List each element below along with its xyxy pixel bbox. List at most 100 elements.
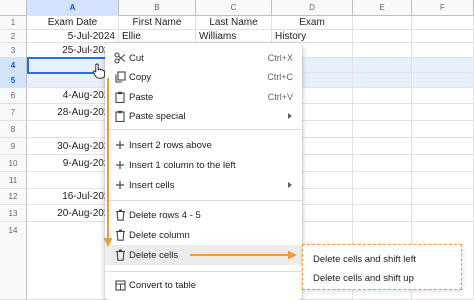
table-cell[interactable] — [353, 172, 412, 188]
submenu-arrow-icon — [288, 182, 292, 188]
paste-icon — [113, 90, 127, 104]
row-header-10[interactable]: 10 — [0, 155, 27, 172]
table-cell[interactable] — [353, 58, 412, 72]
table-cell[interactable] — [412, 88, 474, 103]
menu-item-shortcut: Ctrl+C — [267, 72, 293, 82]
menu-item-delete-column[interactable]: Delete column — [105, 225, 302, 245]
table-cell[interactable] — [353, 88, 412, 103]
row-header-7[interactable]: 7 — [0, 104, 27, 121]
table-row: Exam Date First Name Last Name Exam — [27, 16, 474, 30]
table-cell[interactable] — [353, 138, 412, 154]
copy-icon — [113, 70, 127, 84]
column-header-d[interactable]: D — [272, 0, 353, 16]
table-cell[interactable] — [412, 43, 474, 57]
menu-item-insert-cells[interactable]: Insert cells — [105, 175, 302, 195]
menu-item-label: Delete column — [129, 229, 190, 241]
row-header-5[interactable]: 5 — [0, 73, 27, 88]
table-cell[interactable]: Ellie — [119, 30, 196, 42]
delete-cells-submenu: Delete cells and shift left Delete cells… — [302, 244, 462, 290]
header-cell-last-name[interactable]: Last Name — [196, 16, 272, 29]
menu-item-shortcut: Ctrl+V — [267, 92, 293, 102]
scissors-icon — [113, 51, 127, 65]
table-row: 5-Jul-2024 Ellie Williams History — [27, 30, 474, 43]
menu-item-label: Insert 1 column to the left — [129, 159, 236, 171]
table-cell[interactable] — [353, 155, 412, 171]
trash-icon — [113, 228, 127, 242]
submenu-item-shift-up[interactable]: Delete cells and shift up — [313, 270, 414, 286]
menu-divider — [105, 129, 302, 130]
table-cell[interactable] — [412, 155, 474, 171]
row-header-6[interactable]: 6 — [0, 88, 27, 104]
table-cell[interactable] — [412, 189, 474, 204]
row-header-12[interactable]: 12 — [0, 189, 27, 205]
menu-item-label: Convert to table — [129, 279, 197, 291]
menu-item-insert-rows-above[interactable]: Insert 2 rows above — [105, 135, 302, 155]
submenu-arrow-icon — [288, 252, 292, 258]
row-header-3[interactable]: 3 — [0, 43, 27, 58]
row-header-8[interactable]: 8 — [0, 121, 27, 138]
header-cell-first-name[interactable]: First Name — [119, 16, 196, 29]
select-all-corner[interactable] — [0, 0, 27, 16]
screenshot-root: A B C D E F 1 2 3 4 5 6 7 8 9 10 11 12 1… — [0, 0, 474, 300]
menu-item-label: Delete cells — [129, 249, 179, 261]
submenu-item-shift-left[interactable]: Delete cells and shift left — [313, 251, 416, 267]
table-cell[interactable] — [412, 205, 474, 221]
row-header-9[interactable]: 9 — [0, 138, 27, 155]
header-cell-exam-date[interactable]: Exam Date — [27, 16, 119, 29]
row-header-11[interactable]: 11 — [0, 172, 27, 189]
column-header-b[interactable]: B — [119, 0, 196, 16]
trash-icon — [113, 248, 127, 262]
table-cell[interactable] — [353, 73, 412, 87]
menu-item-paste[interactable]: Paste Ctrl+V — [105, 87, 302, 107]
row-header-4[interactable]: 4 — [0, 58, 27, 73]
plus-icon — [113, 178, 127, 192]
paste-special-icon — [113, 109, 127, 123]
hand-cursor-icon — [92, 63, 106, 84]
menu-item-convert-to-table[interactable]: Convert to table — [105, 275, 302, 295]
table-cell[interactable] — [353, 43, 412, 57]
menu-divider — [105, 200, 302, 201]
menu-item-delete-cells[interactable]: Delete cells — [105, 245, 302, 265]
table-cell[interactable] — [412, 121, 474, 137]
menu-item-cut[interactable]: Cut Ctrl+X — [105, 48, 302, 68]
table-icon — [113, 278, 127, 292]
table-cell[interactable] — [412, 138, 474, 154]
table-cell[interactable] — [412, 58, 474, 72]
menu-item-delete-rows[interactable]: Delete rows 4 - 5 — [105, 205, 302, 225]
submenu-arrow-icon — [288, 113, 292, 119]
menu-item-label: Paste — [129, 91, 154, 103]
table-cell[interactable] — [412, 16, 474, 29]
trash-icon — [113, 208, 127, 222]
menu-item-paste-special[interactable]: Paste special — [105, 106, 302, 126]
column-header-e[interactable]: E — [353, 0, 412, 16]
table-cell[interactable] — [353, 16, 412, 29]
table-cell[interactable]: History — [272, 30, 353, 42]
plus-icon — [113, 158, 127, 172]
plus-icon — [113, 138, 127, 152]
table-cell[interactable] — [353, 121, 412, 137]
header-cell-exam[interactable]: Exam — [272, 16, 353, 29]
menu-item-label: Delete rows 4 - 5 — [129, 209, 201, 221]
menu-divider — [105, 271, 302, 272]
table-cell[interactable] — [353, 30, 412, 42]
table-cell[interactable] — [353, 205, 412, 221]
table-cell[interactable] — [412, 104, 474, 120]
menu-item-insert-column-left[interactable]: Insert 1 column to the left — [105, 155, 302, 175]
table-cell[interactable] — [353, 189, 412, 204]
row-header-14[interactable]: 14 — [0, 222, 27, 300]
menu-item-shortcut: Ctrl+X — [267, 53, 293, 63]
column-header-a[interactable]: A — [27, 0, 119, 16]
table-cell[interactable] — [412, 73, 474, 87]
table-cell[interactable]: Williams — [196, 30, 272, 42]
table-cell[interactable] — [412, 172, 474, 188]
column-header-f[interactable]: F — [412, 0, 474, 16]
row-header-13[interactable]: 13 — [0, 205, 27, 222]
menu-item-copy[interactable]: Copy Ctrl+C — [105, 67, 302, 87]
table-cell[interactable] — [353, 104, 412, 120]
table-cell[interactable] — [412, 30, 474, 42]
menu-item-label: Insert cells — [129, 179, 175, 191]
row-header-1[interactable]: 1 — [0, 16, 27, 30]
row-header-2[interactable]: 2 — [0, 30, 27, 43]
table-cell[interactable]: 5-Jul-2024 — [27, 30, 119, 42]
column-header-c[interactable]: C — [196, 0, 272, 16]
